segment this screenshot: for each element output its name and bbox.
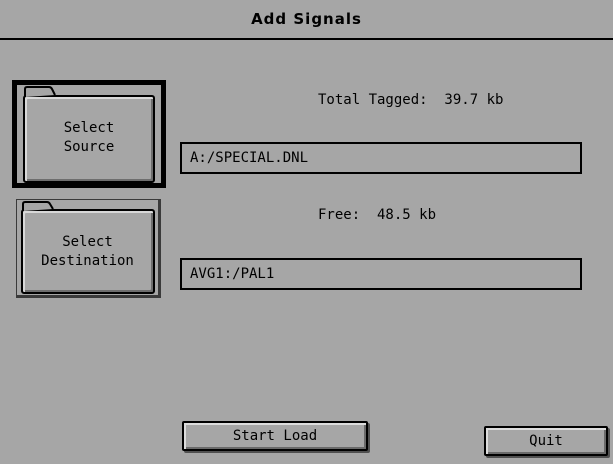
- select-destination-label-line2: Destination: [41, 253, 134, 269]
- free-space-text: Free: 48.5 kb: [318, 207, 437, 223]
- select-source-button[interactable]: Select Source: [12, 80, 166, 188]
- select-destination-label-line1: Select: [62, 234, 113, 250]
- select-source-label-line1: Select: [63, 120, 115, 136]
- source-path-field: A:/SPECIAL.DNL: [180, 142, 582, 174]
- folder-tab-icon: [22, 201, 54, 211]
- quit-button[interactable]: Quit: [484, 426, 608, 456]
- select-destination-button[interactable]: Select Destination: [16, 199, 161, 298]
- start-load-button[interactable]: Start Load: [182, 421, 368, 451]
- total-tagged-text: Total Tagged: 39.7 kb: [318, 92, 504, 108]
- window-title: Add Signals: [251, 10, 362, 28]
- folder-tab-icon: [24, 86, 56, 97]
- title-bar: Add Signals: [0, 0, 613, 40]
- destination-path-field: AVG1:/PAL1: [180, 258, 582, 290]
- select-source-label-line2: Source: [63, 139, 115, 155]
